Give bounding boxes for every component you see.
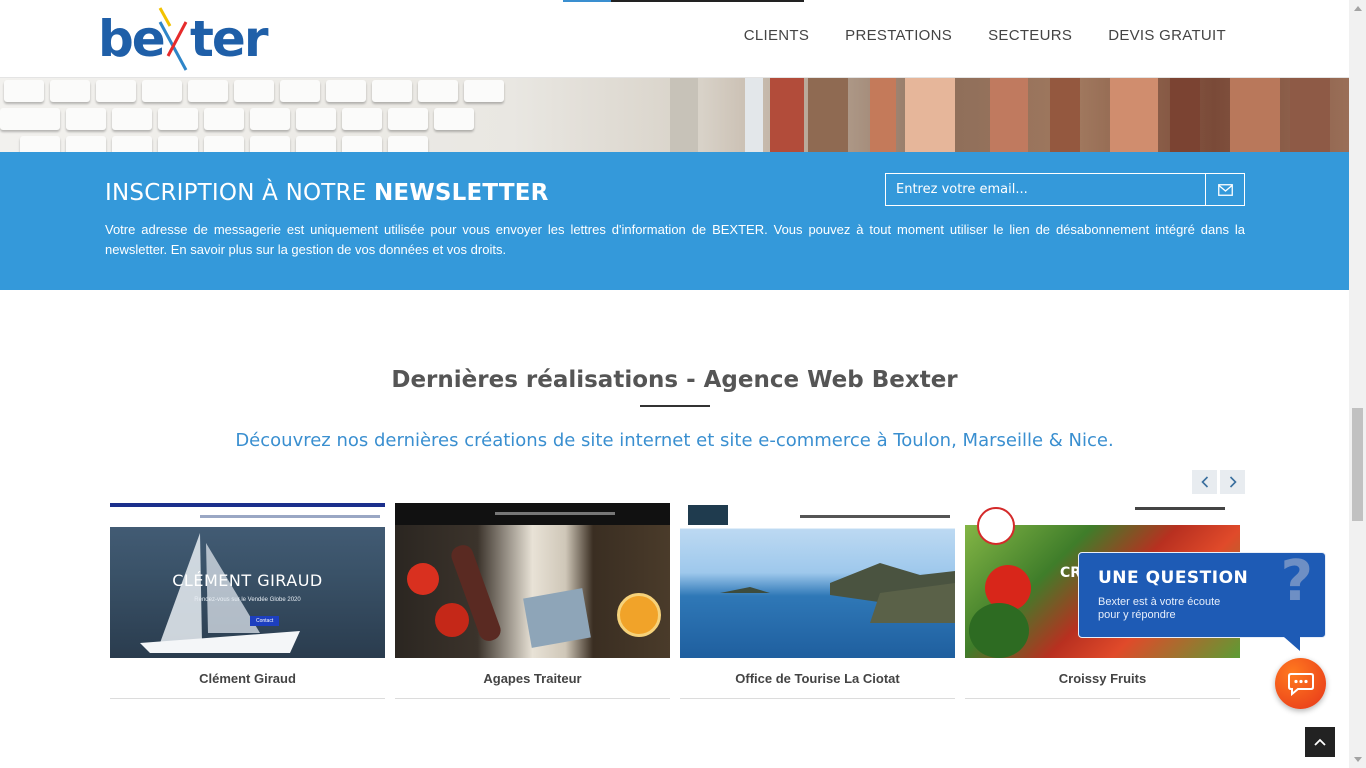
chat-prompt-bubble[interactable]: ? UNE QUESTION Bexter est à votre écoute… [1078, 552, 1326, 638]
newsletter-section: INSCRIPTION À NOTRE NEWSLETTER Votre adr… [0, 152, 1349, 290]
nav-secteurs[interactable]: SECTEURS [988, 27, 1072, 44]
card-overlay-title: CLÉMENT GIRAUD [172, 571, 323, 590]
card-overlay-button: Contact [250, 616, 280, 626]
newsletter-description: Votre adresse de messagerie est uniqueme… [105, 222, 1245, 257]
realisation-caption[interactable]: Agapes Traiteur [395, 658, 670, 698]
chat-text: Bexter est à votre écoute pour y répondr… [1098, 596, 1221, 621]
realisations-carousel: CLÉMENT GIRAUD Rendez-vous sur le Vendée… [110, 503, 1240, 699]
nav-clients[interactable]: CLIENTS [744, 27, 809, 44]
chat-icon [1287, 672, 1314, 696]
newsletter-form [885, 173, 1245, 206]
bexter-logo[interactable]: be ter [98, 4, 288, 72]
nav-devis-gratuit[interactable]: DEVIS GRATUIT [1108, 27, 1226, 44]
carousel-controls [1192, 470, 1245, 494]
page-scrollbar[interactable] [1349, 0, 1366, 768]
realisation-caption[interactable]: Office de Tourise La Ciotat [680, 658, 955, 698]
realisation-card[interactable]: CLÉMENT GIRAUD Rendez-vous sur le Vendée… [110, 503, 385, 699]
card-overlay-subtitle: Rendez-vous sur le Vendée Globe 2020 [194, 597, 301, 603]
newsletter-title: INSCRIPTION À NOTRE NEWSLETTER [105, 180, 549, 206]
realisation-thumbnail[interactable] [680, 503, 955, 658]
carousel-next-button[interactable] [1220, 470, 1245, 494]
loading-bar [563, 0, 804, 2]
triangle-down-icon [1353, 757, 1362, 762]
svg-text:be: be [98, 10, 164, 68]
back-to-top-button[interactable] [1305, 727, 1335, 757]
realisations-title: Dernières réalisations - Agence Web Bext… [391, 367, 958, 393]
site-header: be ter CLIENTS PRESTATIONS SECTEURS DEVI… [0, 0, 1349, 78]
hero-image [0, 78, 1349, 152]
realisation-thumbnail[interactable]: CLÉMENT GIRAUD Rendez-vous sur le Vendée… [110, 503, 385, 658]
newsletter-email-input[interactable] [886, 174, 1206, 205]
chevron-left-icon [1200, 476, 1208, 488]
chevron-up-icon [1314, 738, 1326, 746]
carousel-prev-button[interactable] [1192, 470, 1217, 494]
svg-text:ter: ter [190, 10, 269, 68]
realisation-card[interactable]: Agapes Traiteur [395, 503, 670, 699]
realisation-thumbnail[interactable] [395, 503, 670, 658]
scrollbar-thumb[interactable] [1352, 408, 1363, 521]
nav-prestations[interactable]: PRESTATIONS [845, 27, 952, 44]
chat-bubble-tail [1284, 637, 1300, 651]
chat-title: UNE QUESTION [1098, 568, 1249, 588]
main-nav: CLIENTS PRESTATIONS SECTEURS DEVIS GRATU… [744, 27, 1226, 44]
title-divider [640, 405, 710, 407]
realisations-subtitle: Découvrez nos dernières créations de sit… [235, 430, 1114, 451]
scroll-up-arrow[interactable] [1349, 0, 1366, 17]
envelope-icon [1217, 183, 1233, 196]
chevron-right-icon [1229, 476, 1237, 488]
triangle-up-icon [1353, 6, 1362, 11]
chat-open-button[interactable] [1275, 658, 1326, 709]
newsletter-submit-button[interactable] [1206, 174, 1244, 205]
question-mark-icon: ? [1280, 552, 1313, 614]
realisation-caption[interactable]: Croissy Fruits [965, 658, 1240, 698]
realisation-caption[interactable]: Clément Giraud [110, 658, 385, 698]
realisation-card[interactable]: Office de Tourise La Ciotat [680, 503, 955, 699]
scroll-down-arrow[interactable] [1349, 751, 1366, 768]
